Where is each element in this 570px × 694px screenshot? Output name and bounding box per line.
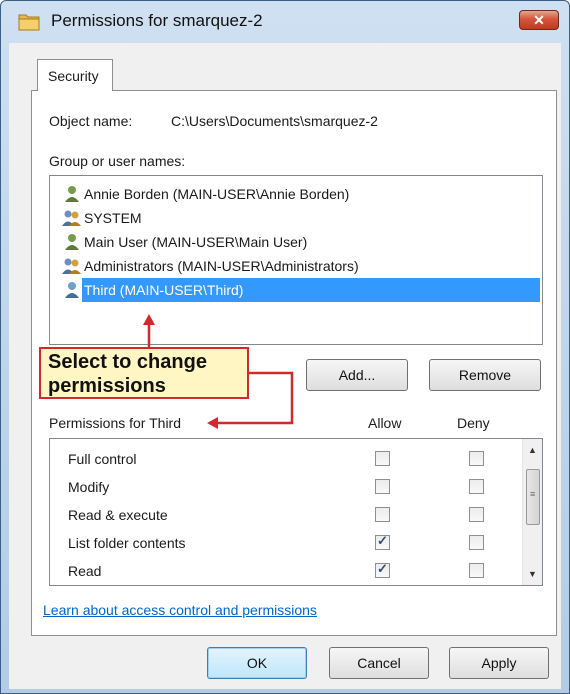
user-list-item[interactable]: SYSTEM [52,206,540,230]
user-list-item[interactable]: Annie Borden (MAIN-USER\Annie Borden) [52,182,540,206]
user-list-item[interactable]: Administrators (MAIN-USER\Administrators… [52,254,540,278]
permissions-window: Permissions for smarquez-2 ✕ Security Ob… [0,0,570,694]
learn-access-control-link[interactable]: Learn about access control and permissio… [43,602,317,618]
checkmark-icon: ✓ [377,533,388,548]
permission-name: Full control [68,451,137,467]
ok-button[interactable]: OK [207,647,307,679]
user-name: Main User (MAIN-USER\Main User) [84,234,308,250]
user-list-item[interactable]: Main User (MAIN-USER\Main User) [52,230,540,254]
allow-checkbox[interactable]: ✓ [375,533,390,550]
allow-checkbox[interactable] [375,451,390,466]
permission-name: Read & execute [68,507,168,523]
close-button[interactable]: ✕ [519,10,559,30]
deny-checkbox[interactable] [469,535,484,550]
user-icon [65,186,79,202]
allow-checkbox[interactable] [375,479,390,494]
object-name-value: C:\Users\Documents\smarquez-2 [171,113,378,129]
tab-label: Security [48,68,99,84]
scroll-up-icon[interactable]: ▲ [528,445,537,455]
permissions-for-label: Permissions for Third [49,415,182,431]
permission-row: Modify [68,479,109,507]
permission-name: List folder contents [68,535,186,551]
user-name: Administrators (MAIN-USER\Administrators… [84,258,359,274]
permission-row: List folder contents [68,535,186,563]
user-icon [65,234,79,250]
user-name: Third (MAIN-USER\Third) [84,282,244,298]
window-title: Permissions for smarquez-2 [51,11,263,30]
checkmark-icon: ✓ [377,561,388,576]
group-icon [62,210,81,226]
user-list[interactable]: Annie Borden (MAIN-USER\Annie Borden) SY… [49,175,543,345]
vertical-scrollbar[interactable]: ▲ ≡ ▼ [522,439,542,585]
permission-row: Full control [68,451,136,479]
title-bar[interactable]: Permissions for smarquez-2 ✕ [1,1,569,41]
user-icon [65,282,79,298]
annotation-line-1: Select to change [48,351,207,373]
add-button[interactable]: Add... [306,359,408,391]
annotation-callout: Select to change permissions [39,347,249,399]
user-name: SYSTEM [84,210,142,226]
permission-name: Modify [68,479,110,495]
user-name: Annie Borden (MAIN-USER\Annie Borden) [84,186,350,202]
allow-column-header: Allow [368,415,402,431]
group-icon [62,258,81,274]
deny-checkbox[interactable] [469,563,484,578]
folder-icon [18,14,40,31]
scroll-thumb[interactable]: ≡ [526,469,540,525]
permissions-list[interactable]: Full control Modify Read & execute List … [49,438,543,586]
group-user-names-label: Group or user names: [49,153,186,169]
apply-button[interactable]: Apply [449,647,549,679]
allow-checkbox[interactable]: ✓ [375,561,390,578]
permission-name: Read [68,563,102,579]
remove-button[interactable]: Remove [429,359,541,391]
permission-row: Read & execute [68,507,168,535]
deny-checkbox[interactable] [469,451,484,466]
close-icon: ✕ [533,12,545,28]
grip-icon: ≡ [530,489,536,499]
deny-checkbox[interactable] [469,507,484,522]
deny-column-header: Deny [457,415,490,431]
annotation-line-2: permissions [48,375,166,397]
object-name-label: Object name: [49,113,133,129]
allow-checkbox[interactable] [375,507,390,522]
tab-security[interactable]: Security [37,59,113,91]
deny-checkbox[interactable] [469,479,484,494]
cancel-button[interactable]: Cancel [329,647,429,679]
user-list-item-selected[interactable]: Third (MAIN-USER\Third) [52,278,540,302]
permission-row: Read [68,563,101,591]
scroll-down-icon[interactable]: ▼ [528,569,537,579]
